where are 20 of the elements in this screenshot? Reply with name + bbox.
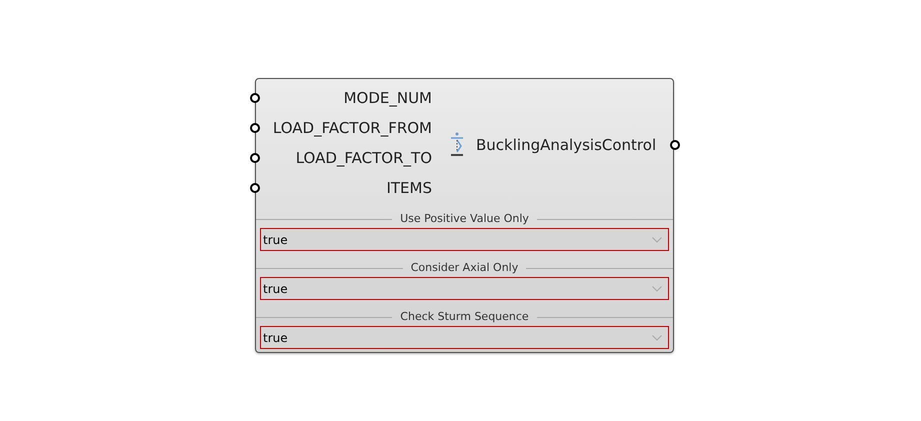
option-label: Use Positive Value Only bbox=[400, 210, 529, 227]
component-title: BucklingAnalysisControl bbox=[476, 134, 656, 156]
input-label: ITEMS bbox=[386, 178, 432, 199]
chevron-down-icon bbox=[652, 236, 662, 242]
input-label: LOAD_FACTOR_TO bbox=[296, 148, 432, 169]
value-dropdown[interactable]: true bbox=[260, 326, 669, 349]
chevron-down-icon bbox=[652, 334, 662, 340]
chevron-down-icon bbox=[652, 286, 662, 292]
input-label: LOAD_FACTOR_FROM bbox=[272, 118, 432, 139]
input-grip[interactable] bbox=[250, 93, 260, 103]
input-label: MODE_NUM bbox=[344, 88, 432, 109]
value-dropdown[interactable]: true bbox=[260, 228, 669, 251]
value-dropdown[interactable]: true bbox=[260, 277, 669, 300]
output-grip[interactable] bbox=[670, 140, 680, 150]
input-grip[interactable] bbox=[250, 183, 260, 193]
input-grip[interactable] bbox=[250, 153, 260, 163]
option-label: Consider Axial Only bbox=[410, 260, 518, 276]
input-grip[interactable] bbox=[250, 123, 260, 133]
buckling-icon bbox=[450, 132, 464, 158]
option-label: Check Sturm Sequence bbox=[400, 308, 529, 325]
